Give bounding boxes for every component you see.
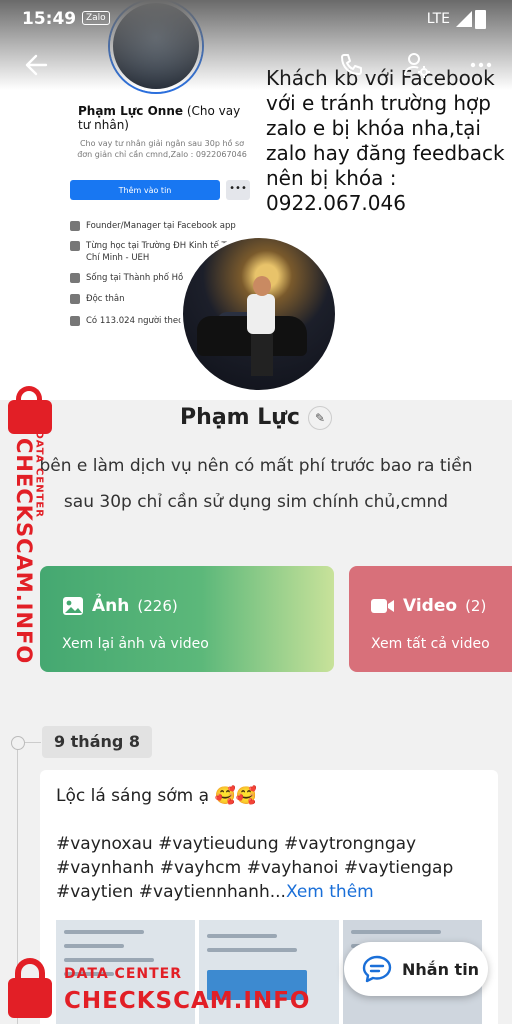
fb-bio: Cho vay tư nhân giải ngân sau 30p hồ sơ … (77, 139, 247, 159)
home-icon (70, 273, 80, 283)
videos-card-title: Video (2) (371, 596, 486, 616)
avatar-person-body (247, 294, 275, 334)
status-bar: 15:49 Zalo LTE (0, 0, 512, 38)
post-hashtags: #vaynoxau #vaytieudung #vaytrongngay #va… (56, 832, 486, 904)
fb-info-row: Founder/Manager tại Facebook app (70, 220, 260, 232)
photos-count: (226) (137, 597, 178, 615)
lock-body (8, 978, 52, 1018)
watermark-side-big: CHECKSCAM.INFO (12, 438, 36, 665)
video-camera-icon (371, 599, 394, 613)
photos-card-title: Ảnh (226) (62, 596, 178, 616)
back-arrow-icon[interactable] (20, 48, 54, 82)
zalo-notification-icon: Zalo (82, 11, 110, 25)
signal-icon (456, 11, 472, 27)
school-icon (70, 241, 80, 251)
message-button-label: Nhắn tin (402, 959, 480, 979)
fb-name: Phạm Lực Onne (Cho vay tư nhân) (78, 104, 241, 132)
post-hashtags-text: #vaynoxau #vaytieudung #vaytrongngay #va… (56, 834, 454, 902)
message-button[interactable]: Nhắn tin (344, 942, 488, 996)
followers-icon (70, 316, 80, 326)
user-settings-icon[interactable] (400, 48, 434, 82)
photos-card[interactable]: Ảnh (226) Xem lại ảnh và video (40, 566, 334, 672)
fb-more-button: ••• (226, 180, 250, 200)
watermark-bottom: DATA CENTER CHECKSCAM.INFO (2, 958, 312, 1024)
timeline-dot (11, 736, 25, 750)
videos-title-text: Video (403, 596, 458, 616)
watermark-bottom-big: CHECKSCAM.INFO (64, 988, 311, 1014)
fb-add-story-button: Thêm vào tin (70, 180, 220, 200)
chat-bubble-icon (362, 955, 392, 983)
post-caption: Lộc lá sáng sớm ạ 🥰🥰 (56, 786, 257, 806)
chat-line (350, 930, 441, 934)
videos-count: (2) (465, 597, 487, 615)
timeline-tick (23, 742, 41, 743)
heart-icon (70, 294, 80, 304)
edit-pencil-icon[interactable]: ✎ (307, 406, 332, 430)
profile-avatar[interactable] (180, 235, 338, 393)
network-type: LTE (426, 11, 450, 27)
see-more-link[interactable]: Xem thêm (286, 882, 374, 902)
videos-card-subtitle: Xem tất cả video (371, 636, 490, 652)
watermark-bottom-small: DATA CENTER (64, 966, 182, 982)
battery-icon (475, 10, 486, 29)
timeline-date-chip: 9 tháng 8 (42, 726, 152, 758)
profile-bio: bên e làm dịch vụ nên có mất phí trước b… (39, 456, 473, 512)
photos-card-subtitle: Xem lại ảnh và video (62, 636, 209, 652)
status-time: 15:49 (22, 9, 77, 29)
chat-line (64, 930, 144, 934)
chat-line (207, 948, 298, 952)
profile-name: Phạm Lực (180, 405, 300, 430)
top-bar (0, 40, 512, 90)
photos-title-text: Ảnh (92, 596, 130, 616)
avatar-person-head (253, 276, 271, 296)
chat-line (207, 934, 278, 938)
phone-icon[interactable] (334, 48, 368, 82)
watermark-side: DATA CENTER CHECKSCAM.INFO (2, 386, 58, 664)
photo-icon (63, 597, 83, 615)
more-options-icon[interactable] (464, 48, 498, 82)
chat-line (64, 944, 124, 948)
profile-name-row: Phạm Lực ✎ (0, 405, 512, 430)
briefcase-icon (70, 221, 80, 231)
videos-card[interactable]: Video (2) Xem tất cả video (349, 566, 512, 672)
lock-body (8, 400, 52, 434)
avatar-person (251, 332, 273, 376)
